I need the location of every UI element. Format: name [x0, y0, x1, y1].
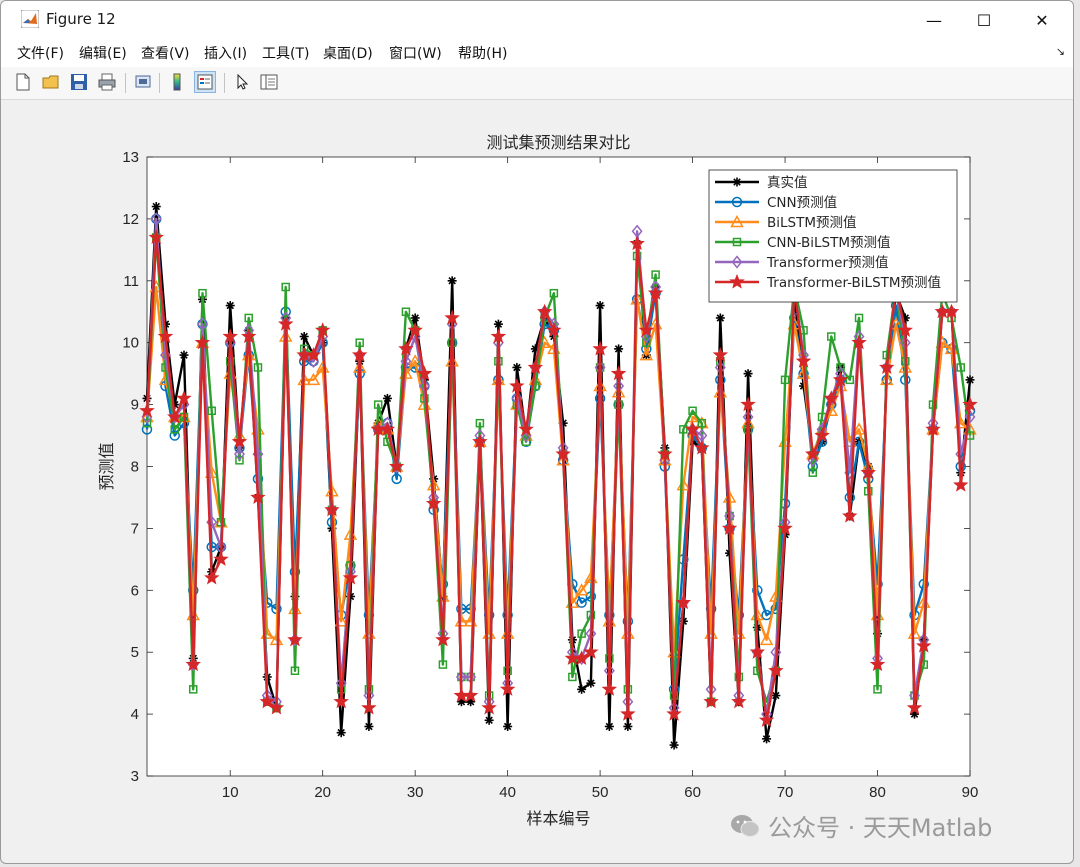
y-axis-label: 预测值	[97, 442, 116, 490]
menu-file[interactable]: 文件(F)	[17, 43, 64, 63]
colorbar-icon[interactable]	[166, 71, 188, 93]
menu-bar: 文件(F) 编辑(E) 查看(V) 插入(I) 工具(T) 桌面(D) 窗口(W…	[1, 39, 1073, 67]
x-axis-label: 样本编号	[526, 809, 590, 828]
x-tick-label: 40	[499, 784, 516, 801]
title-bar[interactable]: Figure 12 — ☐ ✕	[1, 1, 1073, 39]
toolbar-separator	[159, 73, 160, 93]
x-tick-label: 80	[869, 784, 886, 801]
y-tick-label: 5	[131, 644, 139, 661]
menu-view[interactable]: 查看(V)	[141, 43, 190, 63]
menu-desktop[interactable]: 桌面(D)	[323, 43, 373, 63]
toolbar-separator	[125, 73, 126, 93]
x-tick-label: 10	[222, 784, 239, 801]
y-tick-label: 11	[123, 273, 139, 290]
figure-canvas: 10 20 30 40 50 60 70 80 90 3 4 5 6 7 8 9 10 11 12 13 测试集预测结果…	[9, 100, 1065, 860]
chart-title: 测试集预测结果对比	[486, 133, 630, 152]
maximize-button[interactable]: ☐	[961, 1, 1007, 39]
y-tick-label: 12	[122, 211, 139, 228]
y-tick-label: 3	[131, 768, 139, 785]
x-tick-label: 30	[407, 784, 424, 801]
save-icon[interactable]	[68, 71, 90, 93]
matlab-logo-icon	[21, 10, 39, 28]
legend-label: BiLSTM预测值	[767, 215, 857, 231]
legend-label: CNN预测值	[767, 195, 837, 211]
y-tick-label: 6	[131, 582, 139, 599]
y-tick-label: 13	[122, 149, 139, 166]
y-tick-label: 9	[131, 397, 139, 414]
x-tick-label: 60	[684, 784, 701, 801]
y-tick-label: 10	[122, 335, 139, 352]
menu-tools[interactable]: 工具(T)	[262, 43, 309, 63]
menu-insert[interactable]: 插入(I)	[204, 43, 247, 63]
figure-window: Figure 12 — ☐ ✕ 文件(F) 编辑(E) 查看(V) 插入(I) …	[0, 0, 1074, 864]
close-button[interactable]: ✕	[1019, 1, 1065, 39]
toolbar-separator	[224, 73, 225, 93]
pointer-icon[interactable]	[231, 71, 253, 93]
wechat-logo-icon	[731, 814, 760, 837]
legend-label: Transformer-BiLSTM预测值	[766, 275, 941, 291]
prediction-comparison-chart[interactable]: 10 20 30 40 50 60 70 80 90 3 4 5 6 7 8 9 10 11 12 13 测试集预测结果…	[9, 100, 1065, 860]
property-icon[interactable]	[258, 71, 280, 93]
legend-icon[interactable]	[194, 71, 216, 93]
menu-overflow-icon[interactable]: ↘	[1056, 45, 1065, 58]
watermark: 公众号 · 天天Matlab	[730, 808, 992, 843]
legend-label: CNN-BiLSTM预测值	[767, 235, 891, 251]
export-icon[interactable]	[132, 71, 154, 93]
x-tick-label: 50	[592, 784, 609, 801]
minimize-button[interactable]: —	[911, 1, 957, 39]
menu-edit[interactable]: 编辑(E)	[79, 43, 127, 63]
legend-label: 真实值	[767, 175, 808, 191]
legend-label: Transformer预测值	[766, 255, 889, 271]
print-icon[interactable]	[96, 71, 118, 93]
menu-help[interactable]: 帮助(H)	[458, 43, 507, 63]
x-tick-label: 70	[777, 784, 794, 801]
window-title: Figure 12	[46, 10, 116, 28]
toolbar	[1, 67, 1073, 100]
open-icon[interactable]	[40, 71, 62, 93]
legend: 真实值 CNN预测值 BiLSTM预测值 CNN-BiLSTM预测值 Transform…	[708, 169, 958, 303]
watermark-text: 公众号 · 天天Matlab	[768, 814, 993, 842]
y-tick-label: 7	[131, 520, 139, 537]
y-tick-label: 4	[131, 706, 139, 723]
y-tick-label: 8	[131, 459, 139, 476]
x-tick-label: 90	[962, 784, 979, 801]
x-tick-label: 20	[314, 784, 331, 801]
new-icon[interactable]	[12, 71, 34, 93]
menu-window[interactable]: 窗口(W)	[389, 43, 442, 63]
